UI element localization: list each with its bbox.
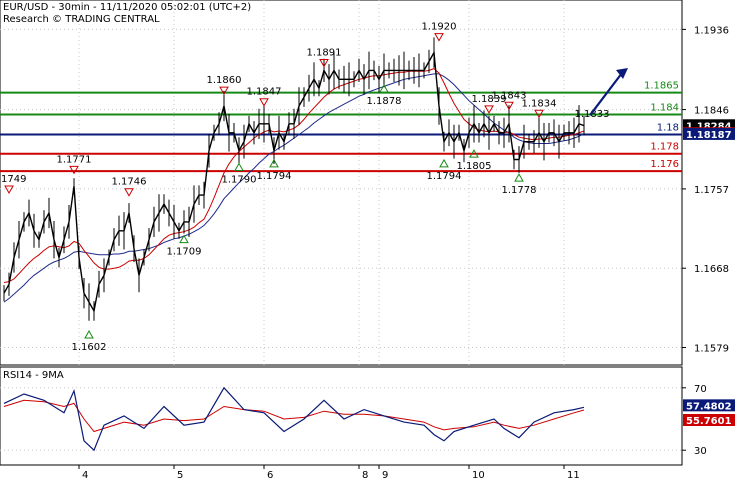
level-label-pivot-2: 1.18 bbox=[657, 123, 679, 134]
price-y-tick-label-0: 1.1936 bbox=[694, 25, 729, 36]
annotation-label: 1.1709 bbox=[167, 247, 202, 258]
annotation-label: 1.1746 bbox=[112, 177, 147, 188]
level-label-support-4: 1.176 bbox=[650, 159, 679, 170]
price-y-tick-label-3: 1.1668 bbox=[694, 264, 729, 275]
x-tick-label-1: 5 bbox=[177, 470, 183, 480]
x-tick-label-2: 6 bbox=[267, 470, 273, 480]
annotation-label: 1.1920 bbox=[422, 22, 457, 33]
annotation-label: 1.1794 bbox=[427, 171, 462, 182]
rsi-y-tick-label-1: 30 bbox=[694, 446, 707, 457]
level-label-support-3: 1.178 bbox=[650, 142, 679, 153]
x-tick-label-4: 9 bbox=[382, 470, 388, 480]
rsi-current-text: 57.4802 bbox=[686, 401, 732, 412]
annotation-label: 1.1847 bbox=[247, 87, 282, 98]
chart-title: EUR/USD - 30min - 11/11/2020 05:02:01 (U… bbox=[3, 2, 251, 13]
annotation-label: 1.1778 bbox=[502, 185, 537, 196]
annotation-label: 1.1794 bbox=[257, 171, 292, 182]
chart-subtitle: Research © TRADING CENTRAL bbox=[3, 14, 160, 25]
level-label-resistance-1: 1.184 bbox=[650, 102, 679, 113]
annotation-label: 1.1860 bbox=[207, 75, 242, 86]
rsi-current-text: 55.7601 bbox=[686, 416, 732, 427]
annotation-label: 1.1878 bbox=[367, 96, 402, 107]
rsi-y-tick-label-0: 70 bbox=[694, 384, 707, 395]
price-y-tick-label-1: 1.1846 bbox=[694, 106, 729, 117]
level-label-resistance-0: 1.1865 bbox=[644, 81, 679, 92]
annotation-label: 1.1602 bbox=[72, 342, 107, 353]
current-price-text: 1.18187 bbox=[686, 130, 732, 141]
annotation-label: 1.1749 bbox=[0, 174, 27, 185]
price-y-tick-label-2: 1.1757 bbox=[694, 185, 729, 196]
x-tick-label-5: 10 bbox=[472, 470, 485, 480]
annotation-label: 1.1805 bbox=[457, 161, 492, 172]
annotation-label: 1.1771 bbox=[57, 154, 92, 165]
chart-canvas: 1.1865 1.184 1.18 1.178 1.176 1.1749 1.1771 1.… bbox=[0, 0, 735, 480]
x-tick-label-3: 8 bbox=[362, 470, 368, 480]
rsi-title: RSI14 - 9MA bbox=[3, 370, 64, 381]
current-price-label-blue: 1.18187 bbox=[683, 127, 735, 141]
x-tick-label-0: 4 bbox=[82, 470, 88, 480]
annotation-label: 1.1834 bbox=[522, 98, 557, 109]
annotation-label: 1.1891 bbox=[307, 47, 342, 58]
rsi-current-label-blue: 57.4802 bbox=[683, 399, 735, 412]
price-y-tick-label-4: 1.1579 bbox=[694, 344, 729, 355]
x-tick-label-6: 11 bbox=[567, 470, 580, 480]
rsi-current-label-red: 55.7601 bbox=[683, 414, 735, 427]
annotation-label: 1.1790 bbox=[222, 174, 257, 185]
